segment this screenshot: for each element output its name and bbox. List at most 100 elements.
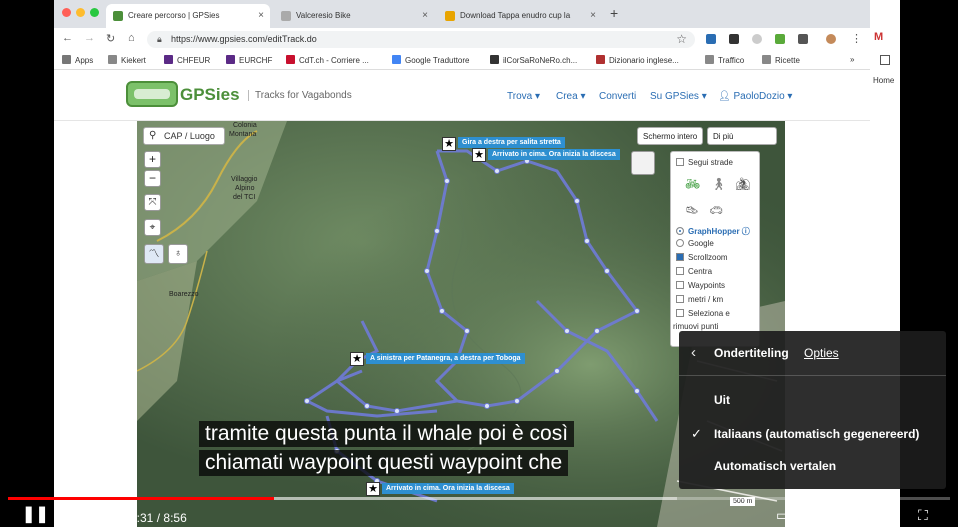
hiking-mode-icon[interactable]: 👟︎ [685,204,699,217]
map-town-label: Boarezzo [169,291,199,298]
next-video-icon[interactable]: ▶︎❙ [62,506,88,524]
map-town-label: Villaggio [231,176,258,183]
bookmark-folder: Kiekert [108,55,146,65]
subtitle-options-link[interactable]: Opties [804,346,839,360]
lock-icon: 🔒︎ [157,34,162,44]
miniplayer-icon[interactable]: ◳ [846,506,859,524]
waypoint-label: A sinistra per Patanegra, a destra per T… [366,353,525,364]
fit-bounds-icon[interactable]: ⤧ [144,194,161,211]
menu-title[interactable]: Ondertiteling [714,346,789,360]
auto-translate-item[interactable]: Automatisch vertalen [714,459,836,473]
gpsies-logo-icon [126,81,178,107]
pause-icon[interactable]: ❚❚ [22,506,49,524]
bookmark-link: Google Traduttore [392,55,469,65]
nav-label: PaoloDozio [733,91,785,102]
tab-title: Creare percorso | GPSies [128,11,220,20]
fullscreen-icon[interactable]: ⛶ [918,506,928,524]
volume-icon[interactable]: 🔊︎ [96,506,106,524]
cdt-icon [286,55,295,64]
chevron-left-icon[interactable]: ‹ [691,344,696,361]
bookmark-star-icon: ☆ [676,32,687,46]
option-label: Waypoints [688,281,726,290]
more-options-button[interactable]: Di più [707,127,777,145]
option-label: rimuovi punti [673,322,719,331]
zoom-out-button[interactable]: − [144,170,161,187]
close-tab-icon: × [590,10,596,21]
gpsies-favicon-icon [113,11,123,21]
center-checkbox[interactable]: Centra [676,267,712,276]
gpsies-logo-text: GPSies [180,85,240,104]
nav-label: Su GPSies [650,91,699,102]
bookmark-label: Traffico [718,56,745,65]
bookmark-link: CdT.ch - Corriere ... [286,55,369,65]
car-mode-icon[interactable]: 🚗︎ [709,204,723,217]
nav-label: Crea [556,91,578,102]
draw-line-icon[interactable]: 〽 [144,244,164,264]
settings-gear-icon[interactable]: ⚙︎ [811,506,825,524]
subtitle-line-2: chiamati waypoint questi waypoint che [199,450,569,476]
bookmark-label: Dizionario inglese... [609,56,679,65]
router-graphhopper-radio[interactable]: GraphHopper ⓘ [676,226,750,237]
gmail-icon: M [874,31,884,43]
option-label: Google [688,239,714,248]
bookmark-label: EURCHF [239,56,273,65]
search-placeholder: CAP / Luogo [164,131,215,141]
browser-address-row: ← → ↻ ⌂ 🔒︎ https://www.gpsies.com/editTr… [54,28,870,50]
nav-crea: Crea ▾ [556,91,586,102]
bookmark-label: Kiekert [121,56,146,65]
map-town-label: Alpino [235,185,255,192]
subtitle-line-1: tramite questa punta il whale poi è così [199,421,575,447]
subtitles-off-item[interactable]: Uit [714,393,730,407]
progress-played [8,497,274,500]
duration: 8:56 [163,511,187,525]
follow-roads-checkbox[interactable]: Segui strade [676,158,733,167]
nav-su-gpsies: Su GPSies ▾ [650,91,707,102]
map-town-label: Colonia [233,122,257,129]
fullscreen-map-button[interactable]: Schermo intero [637,127,703,145]
bookmark-label: CdT.ch - Corriere ... [299,56,369,65]
map-layers-icon[interactable] [631,151,655,175]
option-label: Seleziona e [688,309,730,318]
address-bar: 🔒︎ https://www.gpsies.com/editTrack.do ☆ [147,31,695,48]
option-label: Centra [688,267,713,276]
locate-pin-icon[interactable]: ⌖ [144,219,161,236]
select-remove-checkbox[interactable]: Seleziona e [676,309,730,318]
router-google-radio[interactable]: Google [676,239,714,248]
extension-icon [775,34,785,44]
progress-bar[interactable] [8,497,950,500]
units-checkbox[interactable]: metri / km [676,295,723,304]
mtb-mode-icon[interactable]: 🚵︎ [735,177,750,191]
map-location-search[interactable]: ⚲ CAP / Luogo [143,127,225,145]
waypoints-checkbox[interactable]: Waypoints [676,281,725,290]
subtitles-italian-auto-item[interactable]: Italiaans (automatisch gegenereerd) [714,427,919,441]
add-waypoint-icon[interactable]: ♁ [168,244,188,264]
waypoint-star-icon[interactable]: ★ [350,352,364,366]
theater-mode-icon[interactable]: ▭ [882,506,895,524]
dropbox-extension-icon [706,34,716,44]
profile-avatar [826,34,836,44]
waypoint-star-icon[interactable]: ★ [472,148,486,162]
subtitles-icon[interactable]: ▭ [776,506,789,524]
translate-icon [392,55,401,64]
waypoint-label: Gira a destra per salita stretta [458,137,565,148]
extension-icon [752,34,762,44]
waypoint-star-icon[interactable]: ★ [442,137,456,151]
browser-tab-gpsies: Creare percorso | GPSies × [106,4,270,28]
gpsies-header: GPSies Tracks for Vagabonds Trova ▾ Crea… [54,71,870,121]
video-player[interactable]: Creare percorso | GPSies × Valceresio Bi… [0,0,958,527]
bicycle-mode-icon[interactable]: 🚲︎ [685,177,700,191]
walking-mode-icon[interactable]: 🚶︎ [711,177,726,191]
waypoint-star-icon[interactable]: ★ [366,482,380,496]
nav-user: 👤︎ PaoloDozio ▾ [718,91,793,102]
bookmark-folder: Traffico [705,55,744,65]
subtitles-settings-menu: ‹ Ondertiteling Opties Uit ✓ Italiaans (… [679,331,946,489]
zoom-in-button[interactable]: + [144,151,161,168]
bookmark-label: Google Traduttore [405,56,470,65]
current-time: 2:31 [130,511,154,525]
tab-title: Valceresio Bike [296,11,351,20]
map-town-label: del TCI [233,194,256,201]
menu-header: ‹ Ondertiteling Opties [679,331,946,376]
option-label: Scrollzoom [688,253,728,262]
bookmark-link: CHFEUR [164,55,210,65]
scrollzoom-checkbox[interactable]: Scrollzoom [676,253,728,262]
